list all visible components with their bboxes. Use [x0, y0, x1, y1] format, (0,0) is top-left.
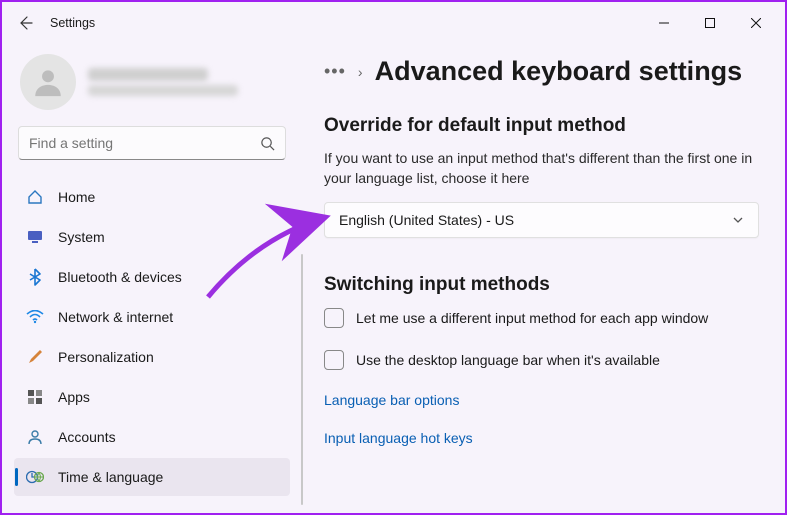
sidebar-item-apps[interactable]: Apps	[14, 378, 290, 416]
sidebar-item-label: Home	[58, 189, 95, 205]
main-layout: Home System Bluetooth & devices Network …	[2, 44, 785, 513]
profile-name-blurred	[88, 68, 238, 96]
breadcrumb-more-button[interactable]: •••	[324, 61, 346, 82]
time-language-icon	[26, 468, 44, 486]
brush-icon	[26, 348, 44, 366]
system-icon	[26, 228, 44, 246]
override-heading: Override for default input method	[324, 115, 759, 137]
chevron-down-icon	[732, 214, 744, 226]
sidebar-item-personalization[interactable]: Personalization	[14, 338, 290, 376]
titlebar: Settings	[2, 2, 785, 44]
switching-heading: Switching input methods	[324, 274, 759, 296]
desktop-langbar-checkbox[interactable]	[324, 350, 344, 370]
sidebar-item-bluetooth[interactable]: Bluetooth & devices	[14, 258, 290, 296]
sidebar-item-label: Bluetooth & devices	[58, 269, 182, 285]
search-icon	[260, 136, 275, 151]
accounts-icon	[26, 428, 44, 446]
checkbox-label: Use the desktop language bar when it's a…	[356, 352, 660, 368]
per-app-checkbox[interactable]	[324, 308, 344, 328]
sidebar-item-label: Time & language	[58, 469, 163, 485]
back-button[interactable]	[8, 6, 42, 40]
home-icon	[26, 188, 44, 206]
sidebar-item-time-language[interactable]: Time & language	[14, 458, 290, 496]
avatar	[20, 54, 76, 110]
back-arrow-icon	[17, 15, 33, 31]
input-hotkeys-link[interactable]: Input language hot keys	[324, 430, 759, 446]
checkbox-label: Let me use a different input method for …	[356, 310, 708, 326]
search-input[interactable]	[29, 135, 260, 151]
sidebar-item-label: Apps	[58, 389, 90, 405]
sidebar: Home System Bluetooth & devices Network …	[2, 44, 302, 513]
person-icon	[31, 65, 65, 99]
breadcrumb: ••• › Advanced keyboard settings	[324, 56, 759, 87]
sidebar-item-label: Personalization	[58, 349, 154, 365]
window-controls	[641, 8, 779, 38]
input-method-dropdown[interactable]: English (United States) - US	[324, 202, 759, 238]
sidebar-item-label: Accounts	[58, 429, 116, 445]
content-pane: ••• › Advanced keyboard settings Overrid…	[302, 44, 785, 513]
apps-icon	[26, 388, 44, 406]
page-title: Advanced keyboard settings	[375, 56, 743, 87]
close-button[interactable]	[733, 8, 779, 38]
chevron-right-icon: ›	[358, 64, 363, 80]
sidebar-item-home[interactable]: Home	[14, 178, 290, 216]
checkbox-row-per-app: Let me use a different input method for …	[324, 308, 759, 328]
minimize-button[interactable]	[641, 8, 687, 38]
sidebar-item-label: System	[58, 229, 105, 245]
wifi-icon	[26, 308, 44, 326]
checkbox-row-langbar: Use the desktop language bar when it's a…	[324, 350, 759, 370]
language-bar-options-link[interactable]: Language bar options	[324, 392, 759, 408]
nav-list: Home System Bluetooth & devices Network …	[14, 178, 290, 496]
override-description: If you want to use an input method that'…	[324, 149, 759, 188]
bluetooth-icon	[26, 268, 44, 286]
sidebar-item-accounts[interactable]: Accounts	[14, 418, 290, 456]
sidebar-item-system[interactable]: System	[14, 218, 290, 256]
sidebar-item-label: Network & internet	[58, 309, 173, 325]
profile-block[interactable]	[14, 48, 290, 126]
dropdown-value: English (United States) - US	[339, 212, 514, 228]
sidebar-item-network[interactable]: Network & internet	[14, 298, 290, 336]
search-box[interactable]	[18, 126, 286, 160]
window-title: Settings	[50, 16, 95, 30]
maximize-button[interactable]	[687, 8, 733, 38]
